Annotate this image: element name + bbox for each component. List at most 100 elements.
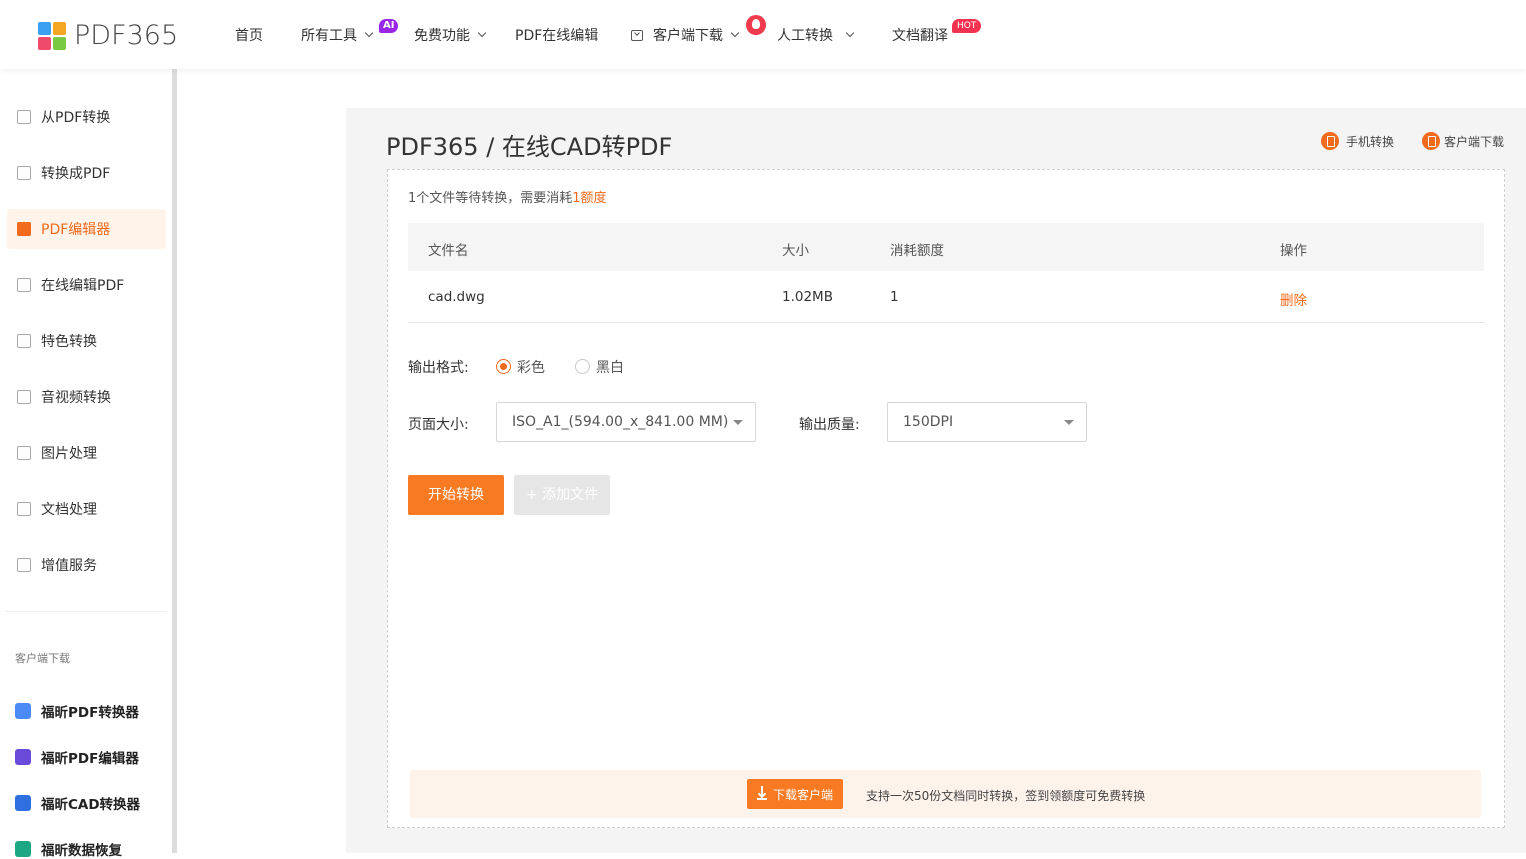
- chevron-down-icon: [845, 28, 855, 38]
- sidebar-item-3[interactable]: PDF编辑器: [7, 209, 166, 249]
- caret-down-icon: [1064, 420, 1074, 425]
- sidebar-item-9[interactable]: 增值服务: [7, 545, 166, 585]
- sidebar-item-label: 音视频转换: [41, 390, 111, 406]
- quality-label: 输出质量:: [799, 417, 860, 433]
- page-size-label: 页面大小:: [408, 417, 469, 433]
- download-arrow-icon: [756, 786, 767, 800]
- sidebar-item-1[interactable]: 从PDF转换: [7, 97, 166, 137]
- phone-icon: [1321, 132, 1339, 150]
- nav-free-label: 免费功能: [414, 28, 470, 44]
- image-icon: [17, 446, 31, 460]
- sidebar-item-8[interactable]: 文档处理: [7, 489, 166, 529]
- client-app-label: 福昕数据恢复: [41, 843, 122, 859]
- sidebar-scrollbar[interactable]: [172, 69, 177, 853]
- sidebar-item-label: 特色转换: [41, 334, 97, 350]
- table-row-divider: [408, 322, 1484, 323]
- col-action: 操作: [1280, 243, 1307, 259]
- nav-free[interactable]: 免费功能: [414, 25, 487, 45]
- chevron-down-icon: [364, 28, 374, 38]
- delete-button[interactable]: 删除: [1280, 289, 1307, 309]
- document-icon: [17, 502, 31, 516]
- hot-badge: HOT: [952, 19, 982, 33]
- nav-doc-translate[interactable]: 文档翻译: [892, 25, 948, 45]
- radio-bw-label[interactable]: 黑白: [596, 357, 624, 377]
- row-size: 1.02MB: [782, 289, 833, 305]
- sidebar-item-label: 文档处理: [41, 502, 97, 518]
- mobile-convert-label: 手机转换: [1346, 134, 1395, 149]
- quality-value: 150DPI: [903, 414, 954, 430]
- sidebar-item-6[interactable]: 音视频转换: [7, 377, 166, 417]
- sidebar-item-7[interactable]: 图片处理: [7, 433, 166, 473]
- client-app-label: 福昕CAD转换器: [41, 797, 141, 813]
- logo-mark-icon: [38, 21, 66, 50]
- sidebar-item-5[interactable]: 特色转换: [7, 321, 166, 361]
- caret-down-icon: [733, 420, 743, 425]
- banner-text: 支持一次50份文档同时转换，签到领额度可免费转换: [866, 789, 1146, 803]
- output-format-label: 输出格式:: [408, 360, 469, 376]
- sidebar-item-label: 从PDF转换: [41, 110, 111, 126]
- ai-badge: AI: [379, 19, 399, 33]
- service-icon: [17, 558, 31, 572]
- nav-all-tools[interactable]: 所有工具: [301, 25, 374, 45]
- radio-color[interactable]: [496, 359, 511, 374]
- pending-info-text: 1个文件等待转换，需要消耗: [408, 191, 573, 206]
- page-title: PDF365 / 在线CAD转PDF: [386, 133, 673, 161]
- app-logo-icon: [15, 703, 31, 719]
- row-cost: 1: [890, 289, 899, 305]
- col-size: 大小: [782, 243, 809, 259]
- pdf-editor-icon: [17, 222, 31, 236]
- online-edit-icon: [17, 278, 31, 292]
- radio-color-label[interactable]: 彩色: [517, 357, 545, 377]
- banner-download-button[interactable]: 下载客户端: [747, 779, 843, 809]
- row-filename: cad.dwg: [428, 289, 485, 305]
- sidebar-item-label: PDF编辑器: [41, 222, 111, 238]
- nav-online-edit[interactable]: PDF在线编辑: [515, 25, 598, 45]
- av-convert-icon: [17, 390, 31, 404]
- sidebar-item-label: 图片处理: [41, 446, 97, 462]
- sidebar-item-label: 在线编辑PDF: [41, 278, 125, 294]
- mobile-convert-link[interactable]: 手机转换: [1321, 132, 1394, 150]
- col-cost: 消耗额度: [890, 243, 944, 259]
- client-app-1[interactable]: 福昕PDF转换器: [15, 701, 139, 721]
- client-app-3[interactable]: 福昕CAD转换器: [15, 793, 140, 813]
- nav-all-tools-label: 所有工具: [301, 28, 357, 44]
- app-logo-icon: [15, 795, 31, 811]
- client-download-link[interactable]: 客户端下载: [1422, 132, 1504, 150]
- client-app-2[interactable]: 福昕PDF编辑器: [15, 747, 139, 767]
- quality-select[interactable]: 150DPI: [887, 402, 1087, 442]
- sidebar-item-4[interactable]: 在线编辑PDF: [7, 265, 166, 305]
- logo[interactable]: PDF365: [38, 20, 178, 51]
- fire-icon: [746, 15, 766, 35]
- start-convert-button[interactable]: 开始转换: [408, 475, 504, 515]
- client-app-label: 福昕PDF编辑器: [41, 751, 139, 767]
- page-size-value: ISO_A1_(594.00_x_841.00 MM): [512, 414, 729, 430]
- nav-home[interactable]: 首页: [235, 25, 263, 45]
- client-app-4[interactable]: 福昕数据恢复: [15, 839, 122, 859]
- pdf-to-icon: [17, 166, 31, 180]
- app-logo-icon: [15, 841, 31, 857]
- client-download-label: 客户端下载: [1444, 134, 1505, 149]
- nav-manual-convert[interactable]: 人工转换: [777, 25, 855, 45]
- app-logo-icon: [15, 749, 31, 765]
- sidebar-item-label: 增值服务: [41, 558, 97, 574]
- special-convert-icon: [17, 334, 31, 348]
- banner-download-label: 下载客户端: [772, 787, 833, 802]
- top-header: PDF365 首页 所有工具 AI 免费功能 PDF在线编辑 客户端下载 人工转…: [0, 0, 1526, 69]
- radio-bw[interactable]: [575, 359, 590, 374]
- page-size-select[interactable]: ISO_A1_(594.00_x_841.00 MM): [496, 402, 756, 442]
- sidebar-divider: [5, 611, 166, 612]
- pending-info-quota: 1额度: [572, 191, 607, 206]
- chevron-down-icon: [477, 28, 487, 38]
- pdf-from-icon: [17, 110, 31, 124]
- nav-client-download[interactable]: 客户端下载: [631, 25, 740, 45]
- table-header: [408, 223, 1484, 271]
- sidebar-item-label: 转换成PDF: [41, 166, 111, 182]
- download-icon: [631, 29, 643, 41]
- download-icon: [1422, 132, 1440, 150]
- sidebar-download-caption: 客户端下载: [15, 652, 70, 665]
- sidebar-item-2[interactable]: 转换成PDF: [7, 153, 166, 193]
- pending-info: 1个文件等待转换，需要消耗1额度: [408, 187, 607, 206]
- add-file-button[interactable]: + 添加文件: [514, 475, 610, 515]
- col-filename: 文件名: [428, 243, 469, 259]
- client-app-label: 福昕PDF转换器: [41, 705, 139, 721]
